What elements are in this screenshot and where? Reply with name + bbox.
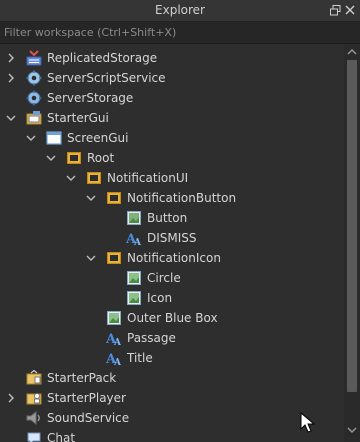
tree-item-label: Title (127, 351, 153, 365)
scroll-down-arrow-icon[interactable] (347, 426, 357, 434)
tree-item-button[interactable]: Button (0, 208, 344, 228)
tree-item-notificationicon[interactable]: NotificationIcon (0, 248, 344, 268)
tree-item-icon[interactable]: Icon (0, 288, 344, 308)
chevron-right-icon[interactable] (5, 392, 17, 404)
tree-item-label: ReplicatedStorage (47, 51, 158, 65)
close-icon[interactable] (343, 2, 357, 18)
replicated-storage-icon (26, 50, 42, 66)
tree-item-chat[interactable]: Chat (0, 428, 344, 442)
tree-item-label: StarterGui (47, 111, 109, 125)
starter-pack-icon (26, 369, 42, 386)
tree-item-label: Outer Blue Box (127, 311, 218, 325)
tree-item-label: ServerScriptService (47, 71, 166, 85)
tree-item-label: Button (147, 211, 188, 225)
tree-item-label: SoundService (47, 411, 130, 425)
tree-item-notificationbutton[interactable]: NotificationButton (0, 188, 344, 208)
tree-item-serverscriptservice[interactable]: ServerScriptService (0, 68, 344, 88)
frame-icon (106, 250, 122, 266)
starter-gui-icon (26, 110, 42, 126)
tree-item-title[interactable]: A A Title (0, 348, 344, 368)
filter-bar (0, 22, 360, 44)
frame-icon (66, 150, 82, 166)
tree-item-label: DISMISS (147, 231, 197, 245)
tree-item-serverstorage[interactable]: ServerStorage (0, 88, 344, 108)
svg-text:A: A (133, 238, 142, 246)
tree-item-starterplayer[interactable]: StarterPlayer (0, 388, 344, 408)
tree-item-label: StarterPack (47, 371, 117, 385)
server-storage-icon (26, 90, 42, 106)
tree-item-circle[interactable]: Circle (0, 268, 344, 288)
scrollbar-thumb[interactable] (347, 60, 357, 392)
filter-workspace-input[interactable] (0, 22, 358, 43)
scroll-up-arrow-icon[interactable] (347, 48, 357, 56)
chevron-down-icon[interactable] (45, 152, 57, 164)
chat-icon (26, 430, 42, 442)
starter-player-icon (26, 390, 42, 406)
tree-item-starterpack[interactable]: StarterPack (0, 368, 344, 388)
image-label-icon (126, 270, 142, 286)
text-label-icon: A A (105, 330, 122, 348)
tree-item-label: Icon (147, 291, 173, 305)
panel-title: Explorer (155, 3, 205, 17)
tree-item-label: StarterPlayer (47, 391, 126, 405)
tree-item-label: Circle (147, 271, 181, 285)
tree-item-label: ScreenGui (67, 131, 129, 145)
frame-icon (86, 170, 102, 186)
tree-item-startergui[interactable]: StarterGui (0, 108, 344, 128)
tree-item-label: ServerStorage (47, 91, 134, 105)
sound-service-icon (26, 410, 42, 426)
tree-item-outer-blue-box[interactable]: Outer Blue Box (0, 308, 344, 328)
chevron-down-icon[interactable] (5, 112, 17, 124)
tree-item-dismiss[interactable]: A A DISMISS (0, 228, 344, 248)
chevron-down-icon[interactable] (25, 132, 37, 144)
frame-icon (106, 190, 122, 206)
tree-item-replicatedstorage[interactable]: ReplicatedStorage (0, 48, 344, 68)
dock-icon[interactable] (328, 2, 342, 18)
text-label-icon: A A (125, 230, 142, 248)
image-label-icon (106, 310, 122, 326)
server-script-service-icon (26, 70, 42, 86)
tree-item-soundservice[interactable]: SoundService (0, 408, 344, 428)
panel-titlebar: Explorer (0, 0, 360, 22)
mouse-cursor-icon (300, 412, 316, 433)
tree-item-label: Passage (127, 331, 176, 345)
vertical-scrollbar[interactable] (344, 44, 360, 442)
chevron-down-icon[interactable] (85, 252, 97, 264)
chevron-right-icon[interactable] (5, 72, 17, 84)
tree-item-screengui[interactable]: ScreenGui (0, 128, 344, 148)
image-button-icon (126, 210, 142, 226)
tree-item-notificationui[interactable]: NotificationUI (0, 168, 344, 188)
image-label-icon (126, 290, 142, 306)
chevron-right-icon[interactable] (5, 52, 17, 64)
tree-item-label: Chat (47, 431, 76, 442)
tree-item-label: NotificationIcon (127, 251, 221, 265)
tree-item-passage[interactable]: A A Passage (0, 328, 344, 348)
svg-text:A: A (113, 358, 122, 366)
tree-item-label: NotificationButton (127, 191, 237, 205)
chevron-down-icon[interactable] (85, 192, 97, 204)
chevron-down-icon[interactable] (65, 172, 77, 184)
tree-item-label: NotificationUI (107, 171, 189, 185)
svg-text:A: A (113, 338, 122, 346)
text-label-icon: A A (105, 350, 122, 368)
tree-item-label: Root (87, 151, 115, 165)
tree-item-root[interactable]: Root (0, 148, 344, 168)
screen-gui-icon (46, 130, 62, 146)
explorer-tree: ReplicatedStorage ServerScriptService Se… (0, 48, 344, 442)
